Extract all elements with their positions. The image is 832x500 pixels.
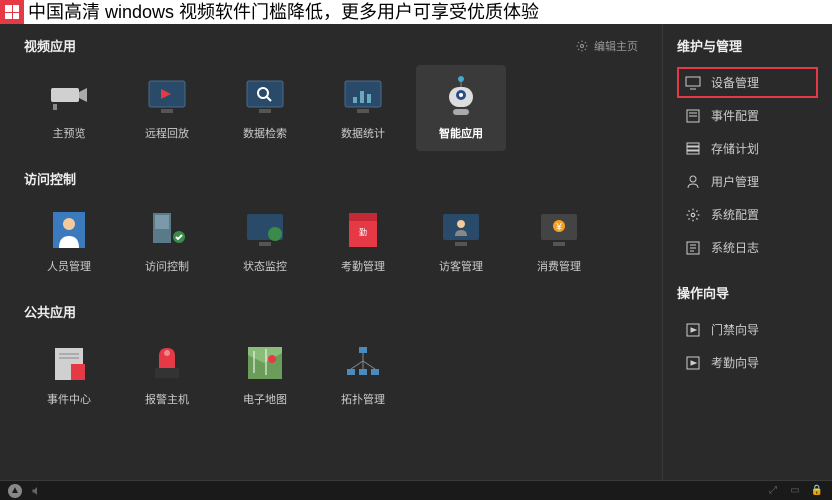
app-label: 状态监控 (243, 258, 287, 274)
public-app-grid: 事件中心 报警主机 电子地图 拓扑管理 (24, 331, 638, 417)
app-label: 消费管理 (537, 258, 581, 274)
sidebar-item-wizard-0[interactable]: 门禁向导 (677, 314, 818, 345)
event-cfg-icon (685, 108, 701, 124)
app-label: 访问控制 (145, 258, 189, 274)
alarm-icon (145, 341, 189, 385)
window-title: 中国高清 windows 视频软件门槛降低，更多用户可享受优质体验 (24, 0, 832, 24)
app-item-event[interactable]: 事件中心 (24, 331, 114, 417)
app-item-robot[interactable]: 智能应用 (416, 65, 506, 151)
main-area: 视频应用 编辑主页 主预览 远程回放 数据检索 数据统计 智能应用 访问控制 人员管理 访… (0, 24, 832, 480)
stats-icon (341, 75, 385, 119)
svg-text:勤: 勤 (359, 227, 367, 237)
playback-icon (145, 75, 189, 119)
monitor-icon (243, 208, 287, 252)
app-item-map[interactable]: 电子地图 (220, 331, 310, 417)
storage-icon (685, 141, 701, 157)
sidebar-item-gear-4[interactable]: 系统配置 (677, 199, 818, 230)
sidebar-item-wizard-1[interactable]: 考勤向导 (677, 347, 818, 378)
video-section-title: 视频应用 (24, 36, 76, 55)
status-bar: ▲ ⤢ ▭ 🔒 (0, 480, 832, 500)
app-label: 人员管理 (47, 258, 91, 274)
app-item-topo[interactable]: 拓扑管理 (318, 331, 408, 417)
sidebar-item-log-5[interactable]: 系统日志 (677, 232, 818, 263)
wizard-list: 门禁向导考勤向导 (677, 314, 818, 378)
camera-icon (47, 75, 91, 119)
access-section-title: 访问控制 (24, 169, 638, 188)
sidebar-item-label: 系统配置 (711, 206, 759, 223)
sidebar-item-label: 系统日志 (711, 239, 759, 256)
sidebar-item-device-0[interactable]: 设备管理 (677, 67, 818, 98)
app-label: 拓扑管理 (341, 391, 385, 407)
search-mon-icon (243, 75, 287, 119)
status-left: ▲ (8, 484, 44, 498)
app-label: 报警主机 (145, 391, 189, 407)
edit-homepage-link[interactable]: 编辑主页 (574, 38, 638, 54)
app-label: 数据统计 (341, 125, 385, 141)
app-item-attendance[interactable]: 勤考勤管理 (318, 198, 408, 284)
video-app-grid: 主预览 远程回放 数据检索 数据统计 智能应用 (24, 65, 638, 151)
topo-icon (341, 341, 385, 385)
app-label: 电子地图 (243, 391, 287, 407)
app-label: 事件中心 (47, 391, 91, 407)
map-icon (243, 341, 287, 385)
wizard-icon (685, 355, 701, 371)
sidebar-item-event-cfg-1[interactable]: 事件配置 (677, 100, 818, 131)
app-item-visitor[interactable]: 访客管理 (416, 198, 506, 284)
window-icon[interactable]: ▭ (788, 484, 802, 498)
sidebar-item-label: 设备管理 (711, 74, 759, 91)
expand-icon[interactable]: ⤢ (766, 484, 780, 498)
visitor-icon (439, 208, 483, 252)
sidebar-item-label: 门禁向导 (711, 321, 759, 338)
app-logo[interactable] (0, 0, 24, 24)
gear-icon (685, 207, 701, 223)
svg-text:¥: ¥ (555, 222, 562, 233)
app-item-monitor[interactable]: 状态监控 (220, 198, 310, 284)
wizard-icon (685, 322, 701, 338)
app-item-stats[interactable]: 数据统计 (318, 65, 408, 151)
app-item-alarm[interactable]: 报警主机 (122, 331, 212, 417)
access-app-grid: 人员管理访问控制状态监控勤考勤管理访客管理¥消费管理 (24, 198, 638, 284)
app-item-door[interactable]: 访问控制 (122, 198, 212, 284)
user-icon (685, 174, 701, 190)
sidebar-item-label: 考勤向导 (711, 354, 759, 371)
app-item-camera[interactable]: 主预览 (24, 65, 114, 151)
wizard-title: 操作向导 (677, 283, 818, 302)
person-icon (47, 208, 91, 252)
video-section-header: 视频应用 编辑主页 (24, 36, 638, 55)
app-label: 主预览 (53, 125, 86, 141)
app-label: 智能应用 (439, 125, 483, 141)
app-item-consume[interactable]: ¥ 消费管理 (514, 198, 604, 284)
sidebar-item-user-3[interactable]: 用户管理 (677, 166, 818, 197)
device-icon (685, 75, 701, 91)
content-panel: 视频应用 编辑主页 主预览 远程回放 数据检索 数据统计 智能应用 访问控制 人员管理 访… (0, 24, 662, 480)
consume-icon: ¥ (537, 208, 581, 252)
sidebar-item-label: 事件配置 (711, 107, 759, 124)
sidebar-item-storage-2[interactable]: 存储计划 (677, 133, 818, 164)
app-label: 远程回放 (145, 125, 189, 141)
maintain-list: 设备管理事件配置存储计划用户管理系统配置系统日志 (677, 67, 818, 263)
door-icon (145, 208, 189, 252)
sidebar-item-label: 用户管理 (711, 173, 759, 190)
public-section-title: 公共应用 (24, 302, 638, 321)
app-label: 考勤管理 (341, 258, 385, 274)
app-item-person[interactable]: 人员管理 (24, 198, 114, 284)
sound-icon[interactable] (30, 484, 44, 498)
status-right: ⤢ ▭ 🔒 (766, 484, 824, 498)
lock-icon[interactable]: 🔒 (810, 484, 824, 498)
attendance-icon: 勤 (341, 208, 385, 252)
robot-icon (439, 75, 483, 119)
sidebar: 维护与管理 设备管理事件配置存储计划用户管理系统配置系统日志 操作向导 门禁向导… (662, 24, 832, 480)
alarm-status-icon[interactable]: ▲ (8, 484, 22, 498)
event-icon (47, 341, 91, 385)
app-item-playback[interactable]: 远程回放 (122, 65, 212, 151)
gear-icon (574, 38, 590, 54)
app-label: 访客管理 (439, 258, 483, 274)
sidebar-item-label: 存储计划 (711, 140, 759, 157)
app-item-search-mon[interactable]: 数据检索 (220, 65, 310, 151)
title-bar: 中国高清 windows 视频软件门槛降低，更多用户可享受优质体验 (0, 0, 832, 24)
edit-homepage-label: 编辑主页 (594, 38, 638, 54)
log-icon (685, 240, 701, 256)
app-label: 数据检索 (243, 125, 287, 141)
maintain-title: 维护与管理 (677, 36, 818, 55)
